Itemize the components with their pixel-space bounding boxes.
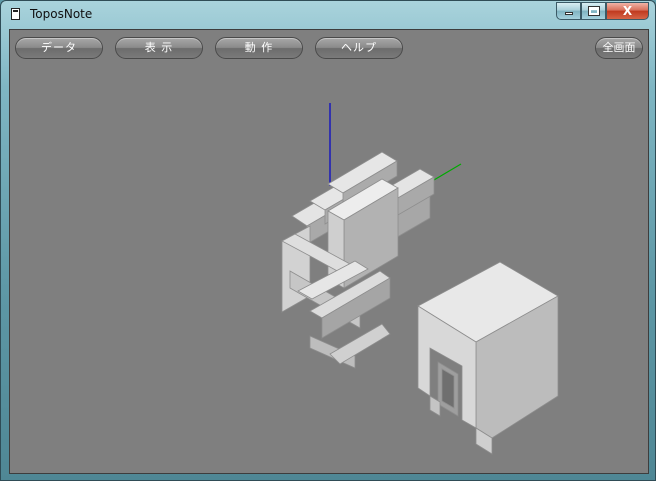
help-menu-button[interactable]: ヘルプ: [315, 37, 403, 59]
close-button[interactable]: X: [606, 2, 649, 20]
minimize-icon: [565, 12, 573, 15]
fullscreen-button[interactable]: 全画面: [595, 37, 643, 59]
maximize-button[interactable]: [581, 2, 606, 20]
maximize-icon: [588, 6, 600, 16]
action-menu-button[interactable]: 動 作: [215, 37, 303, 59]
minimize-button[interactable]: [556, 2, 581, 20]
app-window: ToposNote X データ 表 示 動 作 ヘルプ 全画面: [0, 0, 656, 481]
data-menu-button[interactable]: データ: [15, 37, 103, 59]
close-icon: X: [622, 4, 633, 18]
window-title: ToposNote: [30, 7, 93, 21]
app-icon: [11, 8, 20, 20]
client-area: データ 表 示 動 作 ヘルプ 全画面: [9, 29, 649, 474]
3d-viewport[interactable]: [10, 66, 648, 473]
3d-kanji-model: [281, 151, 559, 455]
view-menu-button[interactable]: 表 示: [115, 37, 203, 59]
title-bar[interactable]: ToposNote X: [1, 1, 655, 29]
